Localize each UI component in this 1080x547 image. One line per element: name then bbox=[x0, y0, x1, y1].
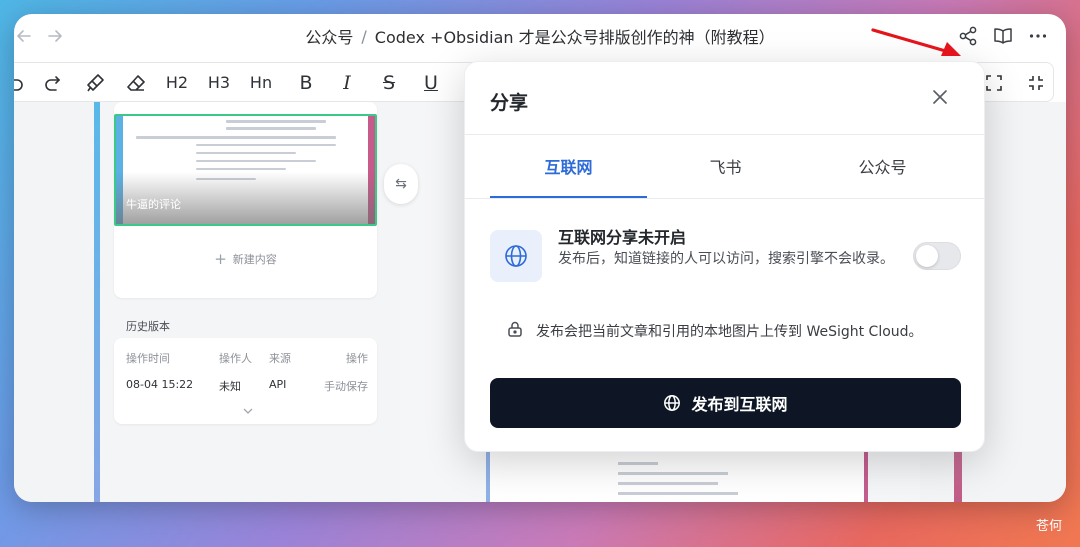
history-col-time: 操作时间 bbox=[126, 352, 170, 365]
plus-icon: + bbox=[214, 250, 227, 268]
history-title: 历史版本 bbox=[126, 320, 170, 333]
tab-internet[interactable]: 互联网 bbox=[490, 134, 647, 198]
chevron-down-icon[interactable] bbox=[242, 402, 254, 414]
watermark: 苍何 bbox=[1036, 519, 1063, 534]
history-card: 操作时间 操作人 来源 操作 08-04 15:22 未知 API 手动保存 bbox=[114, 338, 377, 424]
swap-icon: ⇆ bbox=[395, 176, 407, 192]
breadcrumb-parent[interactable]: 公众号 bbox=[305, 24, 353, 48]
dialog-title: 分享 bbox=[490, 92, 529, 114]
share-dialog: 分享 互联网 飞书 公众号 互联网分享未开启 发布后，知道链接的人可以访问，搜索… bbox=[464, 61, 985, 452]
thumbnail-line bbox=[196, 168, 286, 170]
thumbnail-line bbox=[196, 160, 316, 162]
globe-icon bbox=[490, 230, 542, 282]
history-col-source: 来源 bbox=[269, 352, 291, 365]
expand-icon[interactable] bbox=[982, 71, 1006, 95]
share-status-heading: 互联网分享未开启 bbox=[558, 228, 687, 247]
share-status-description: 发布后，知道链接的人可以访问，搜索引擎不会收录。 bbox=[558, 251, 894, 267]
toggle-knob bbox=[916, 245, 938, 267]
document-line bbox=[618, 462, 658, 465]
new-content-label: 新建内容 bbox=[232, 253, 277, 266]
eraser-icon[interactable] bbox=[124, 71, 148, 95]
thumbnail-line bbox=[196, 152, 296, 154]
history-cell-time: 08-04 15:22 bbox=[126, 378, 194, 391]
thumbnail-line bbox=[136, 136, 336, 139]
swap-panel-button[interactable]: ⇆ bbox=[384, 164, 418, 204]
undo-icon[interactable] bbox=[14, 71, 26, 95]
breadcrumb-separator: / bbox=[361, 26, 367, 46]
bold-button[interactable]: B bbox=[294, 71, 318, 95]
lock-icon bbox=[506, 320, 524, 338]
app-window: 公众号 / Codex +Obsidian 才是公众号排版创作的神（附教程） H… bbox=[14, 14, 1066, 502]
italic-button[interactable]: I bbox=[335, 71, 359, 95]
heading-3-button[interactable]: H3 bbox=[207, 71, 231, 95]
new-content-button[interactable]: + 新建内容 bbox=[114, 232, 377, 286]
heading-n-button[interactable]: Hn bbox=[246, 71, 276, 95]
history-cell-operator: 未知 bbox=[219, 380, 241, 393]
collapse-icon[interactable] bbox=[1024, 71, 1048, 95]
redo-icon[interactable] bbox=[42, 71, 66, 95]
publish-button-label: 发布到互联网 bbox=[691, 395, 788, 414]
annotation-arrow-icon bbox=[871, 28, 961, 56]
book-open-icon[interactable] bbox=[992, 25, 1014, 47]
document-title: Codex +Obsidian 才是公众号排版创作的神（附教程） bbox=[374, 28, 775, 47]
article-thumbnail[interactable]: 牛逼的评论 bbox=[114, 114, 377, 226]
history-col-action: 操作 bbox=[346, 352, 368, 365]
thumbnail-line bbox=[226, 120, 326, 123]
more-icon[interactable] bbox=[1027, 25, 1049, 47]
history-cell-action: 手动保存 bbox=[324, 380, 368, 393]
strikethrough-button[interactable]: S bbox=[377, 71, 401, 95]
history-cell-source: API bbox=[269, 378, 287, 391]
thumbnail-line bbox=[196, 144, 336, 146]
format-painter-icon[interactable] bbox=[83, 71, 107, 95]
publish-to-internet-button[interactable]: 发布到互联网 bbox=[490, 378, 961, 428]
upload-notice: 发布会把当前文章和引用的本地图片上传到 WeSight Cloud。 bbox=[536, 324, 923, 340]
internet-share-toggle[interactable] bbox=[913, 242, 961, 270]
heading-2-button[interactable]: H2 bbox=[165, 71, 189, 95]
tab-feishu[interactable]: 飞书 bbox=[647, 134, 804, 198]
document-line bbox=[618, 482, 718, 485]
globe-icon bbox=[663, 394, 681, 412]
document-line bbox=[618, 492, 738, 495]
thumbnail-line bbox=[226, 127, 316, 130]
close-icon[interactable] bbox=[931, 88, 949, 106]
tabs-divider bbox=[465, 198, 984, 199]
document-preview bbox=[486, 452, 868, 502]
tab-wechat-official[interactable]: 公众号 bbox=[804, 134, 961, 198]
underline-button[interactable]: U bbox=[419, 71, 443, 95]
thumbnail-caption: 牛逼的评论 bbox=[126, 198, 181, 211]
history-col-operator: 操作人 bbox=[219, 352, 252, 365]
document-line bbox=[618, 472, 728, 475]
